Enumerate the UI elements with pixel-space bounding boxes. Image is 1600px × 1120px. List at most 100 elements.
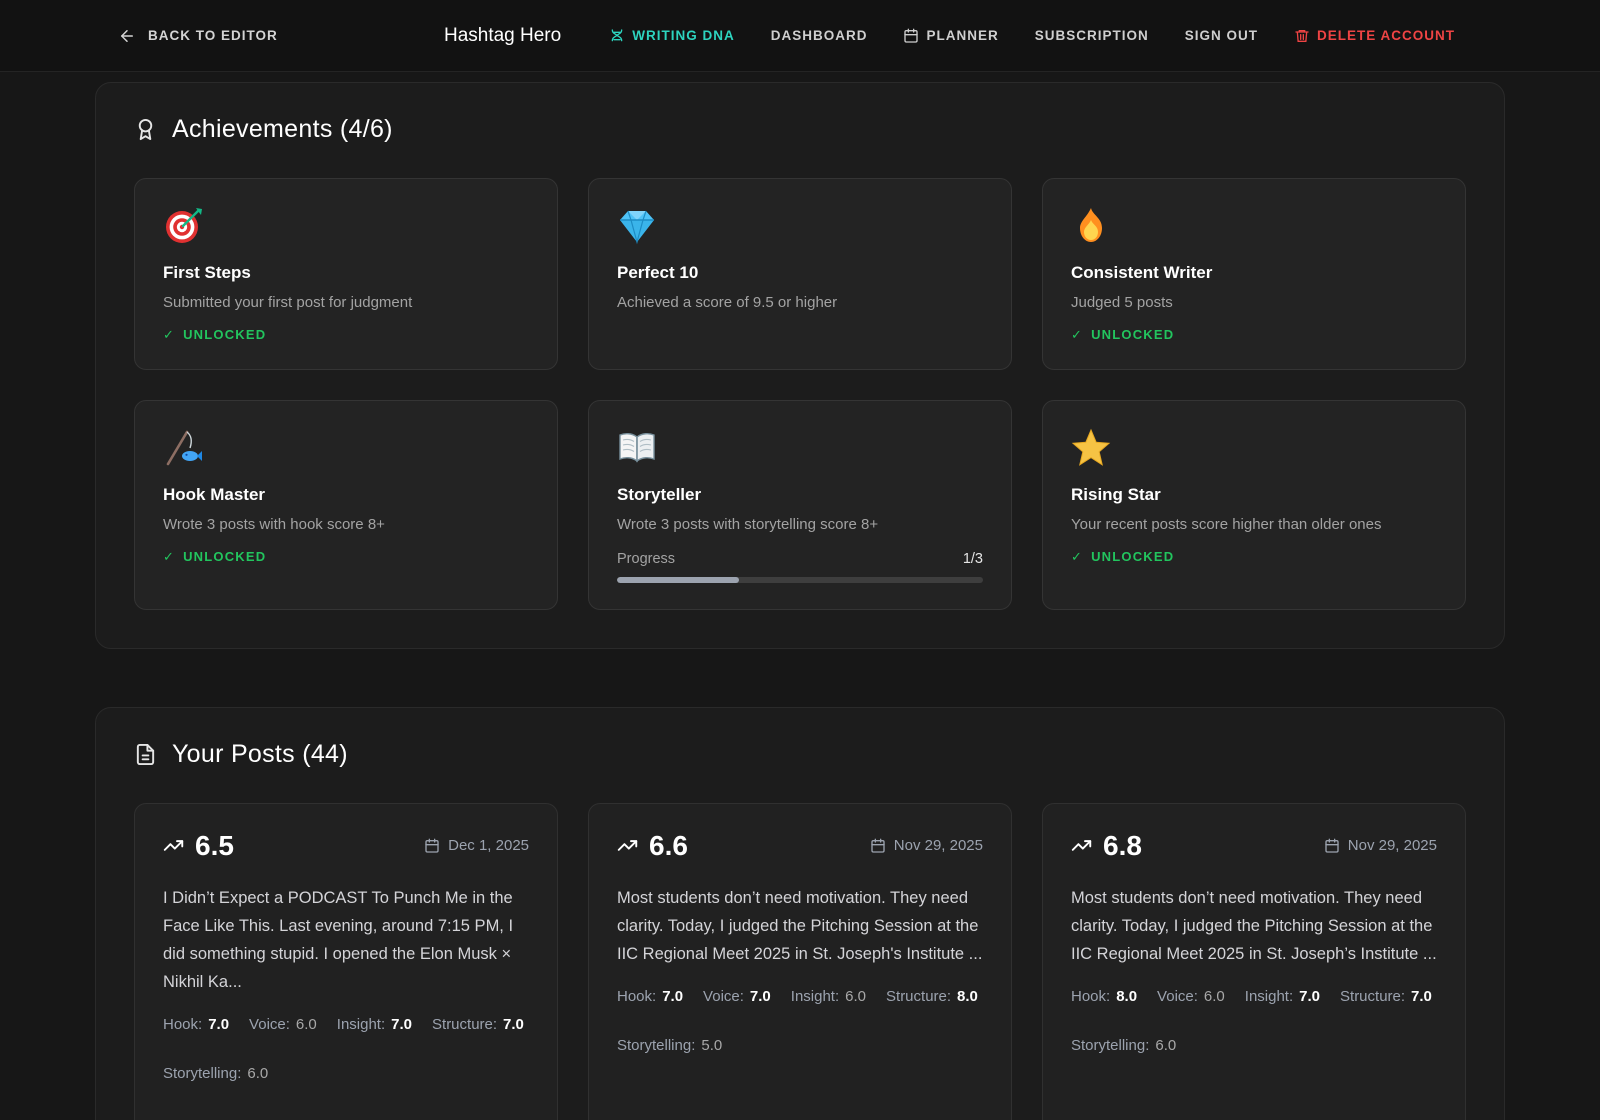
achievements-section: Achievements (4/6) First Steps Submitted… [95, 82, 1505, 649]
post-date: Nov 29, 2025 [1324, 837, 1437, 854]
check-icon: ✓ [163, 326, 176, 342]
nav-item-planner[interactable]: PLANNER [903, 28, 998, 44]
file-text-icon [134, 743, 157, 766]
metric-hook: Hook: 7.0 [163, 1015, 230, 1033]
achievement-title: First Steps [163, 263, 251, 282]
back-to-editor-button[interactable]: BACK TO EDITOR [118, 27, 278, 45]
metric-storytelling: Storytelling: 6.0 [1071, 1036, 1177, 1054]
post-card[interactable]: 6.6 Nov 29, 2025 Most students don’t nee… [588, 802, 1012, 1120]
metric-voice: Voice: 6.0 [249, 1015, 317, 1033]
achievements-title: Achievements (4/6) [172, 115, 393, 143]
check-icon: ✓ [1071, 326, 1084, 342]
achievement-card-storyteller: Storyteller Wrote 3 posts with storytell… [588, 399, 1012, 610]
achievement-status: ✓ UNLOCKED [1071, 548, 1175, 565]
dna-icon [609, 28, 625, 44]
metric-structure: Structure: 7.0 [1340, 987, 1432, 1005]
achievement-desc: Achieved a score of 9.5 or higher [617, 294, 838, 311]
trending-up-icon [163, 835, 184, 856]
fire-icon [1071, 205, 1437, 247]
post-date: Nov 29, 2025 [870, 837, 983, 854]
post-score: 6.8 [1071, 830, 1142, 862]
calendar-icon [903, 28, 919, 44]
award-icon [134, 118, 157, 141]
nav-item-delete-account[interactable]: DELETE ACCOUNT [1294, 28, 1455, 44]
calendar-icon [1324, 838, 1340, 854]
achievement-card-consistent-writer: Consistent Writer Judged 5 posts ✓ UNLOC… [1042, 178, 1466, 370]
achievement-progress-row: Progress 1/3 [617, 551, 983, 567]
post-card[interactable]: 6.5 Dec 1, 2025 I Didn’t Expect a PODCAS… [134, 802, 558, 1120]
metric-insight: Insight: 6.0 [790, 987, 867, 1005]
trending-up-icon [1071, 835, 1092, 856]
achievement-desc: Submitted your first post for judgment [163, 294, 413, 311]
achievement-title: Hook Master [163, 484, 266, 504]
calendar-icon [870, 838, 886, 854]
metric-storytelling: Storytelling: 5.0 [617, 1036, 723, 1054]
post-excerpt: Most students don’t need motivation. The… [1071, 888, 1437, 963]
post-excerpt: Most students don’t need motivation. The… [617, 888, 983, 963]
trending-up-icon [617, 835, 638, 856]
achievement-card-first-steps: First Steps Submitted your first post fo… [134, 178, 558, 370]
nav-item-writing-dna[interactable]: WRITING DNA [609, 28, 735, 44]
achievement-desc: Your recent posts score higher than olde… [1071, 515, 1382, 533]
achievement-title: Storyteller [617, 484, 702, 504]
achievement-desc: Wrote 3 posts with storytelling score 8+ [617, 515, 879, 533]
metric-hook: Hook: 7.0 [617, 987, 684, 1005]
metric-voice: Voice: 7.0 [703, 987, 771, 1005]
nav-item-subscription[interactable]: SUBSCRIPTION [1035, 28, 1149, 43]
post-date-text: Dec 1, 2025 [448, 837, 529, 854]
back-to-editor-label: BACK TO EDITOR [148, 28, 278, 43]
metric-voice: Voice: 6.0 [1157, 987, 1225, 1005]
post-date-text: Nov 29, 2025 [1347, 837, 1437, 854]
metric-insight: Insight: 7.0 [1244, 987, 1321, 1005]
post-date-text: Nov 29, 2025 [893, 837, 983, 854]
post-top-row: 6.5 Dec 1, 2025 [163, 830, 529, 862]
post-excerpt: I Didn’t Expect a PODCAST To Punch Me in… [163, 888, 514, 991]
post-score-value: 6.8 [1103, 829, 1142, 861]
achievement-card-rising-star: Rising Star Your recent posts score high… [1042, 399, 1466, 610]
open-book-icon [617, 427, 983, 469]
post-score-value: 6.6 [649, 829, 688, 861]
achievement-desc: Judged 5 posts [1071, 294, 1173, 311]
fishing-pole-icon [163, 427, 529, 469]
your-posts-title: Your Posts (44) [172, 739, 348, 768]
achievement-card-perfect-10: Perfect 10 Achieved a score of 9.5 or hi… [588, 178, 1012, 370]
achievements-grid: First Steps Submitted your first post fo… [134, 178, 1466, 610]
metric-storytelling: Storytelling: 6.0 [163, 1064, 269, 1082]
metric-structure: Structure: 8.0 [886, 987, 978, 1005]
top-nav: BACK TO EDITOR Hashtag Hero WRITING DNA … [0, 0, 1600, 72]
calendar-icon [424, 838, 440, 854]
your-posts-section: Your Posts (44) 6.5 Dec 1, 2025 I Didn’t… [95, 706, 1505, 1120]
check-icon: ✓ [1071, 548, 1084, 564]
achievements-header: Achievements (4/6) [134, 115, 1466, 144]
arrow-left-icon [118, 27, 136, 45]
post-date: Dec 1, 2025 [424, 837, 529, 854]
post-metrics: Hook: 7.0 Voice: 6.0 Insight: 7.0 Structure… [163, 1016, 529, 1082]
your-posts-header: Your Posts (44) [134, 740, 1466, 769]
nav-item-sign-out[interactable]: SIGN OUT [1185, 28, 1258, 43]
check-icon: ✓ [163, 548, 176, 564]
achievement-status: ✓ UNLOCKED [1071, 326, 1175, 343]
post-score-value: 6.5 [195, 829, 234, 861]
gem-icon [617, 205, 983, 247]
achievement-desc: Wrote 3 posts with hook score 8+ [163, 515, 385, 533]
nav-item-dashboard[interactable]: DASHBOARD [771, 28, 868, 43]
achievement-card-hook-master: Hook Master Wrote 3 posts with hook scor… [134, 399, 558, 610]
progress-label: Progress [617, 550, 676, 567]
nav-items: WRITING DNA DASHBOARD PLANNER SUBSCRIPTI… [609, 28, 1455, 44]
achievement-title: Perfect 10 [617, 263, 699, 282]
achievement-status: ✓ UNLOCKED [163, 326, 267, 343]
metric-hook: Hook: 8.0 [1071, 987, 1138, 1005]
trash-icon [1294, 28, 1310, 44]
post-top-row: 6.6 Nov 29, 2025 [617, 830, 983, 862]
brand-title: Hashtag Hero [443, 24, 562, 46]
achievement-title: Rising Star [1071, 484, 1161, 504]
post-metrics: Hook: 8.0 Voice: 6.0 Insight: 7.0 Structure… [1071, 988, 1437, 1054]
post-metrics: Hook: 7.0 Voice: 7.0 Insight: 6.0 Structure… [617, 988, 983, 1054]
post-card[interactable]: 6.8 Nov 29, 2025 Most students don’t nee… [1042, 802, 1466, 1120]
star-icon [1071, 427, 1437, 469]
target-icon [163, 205, 529, 247]
post-score: 6.6 [617, 830, 688, 862]
post-score: 6.5 [163, 830, 234, 862]
achievement-status: ✓ UNLOCKED [163, 548, 267, 565]
metric-structure: Structure: 7.0 [432, 1015, 524, 1033]
